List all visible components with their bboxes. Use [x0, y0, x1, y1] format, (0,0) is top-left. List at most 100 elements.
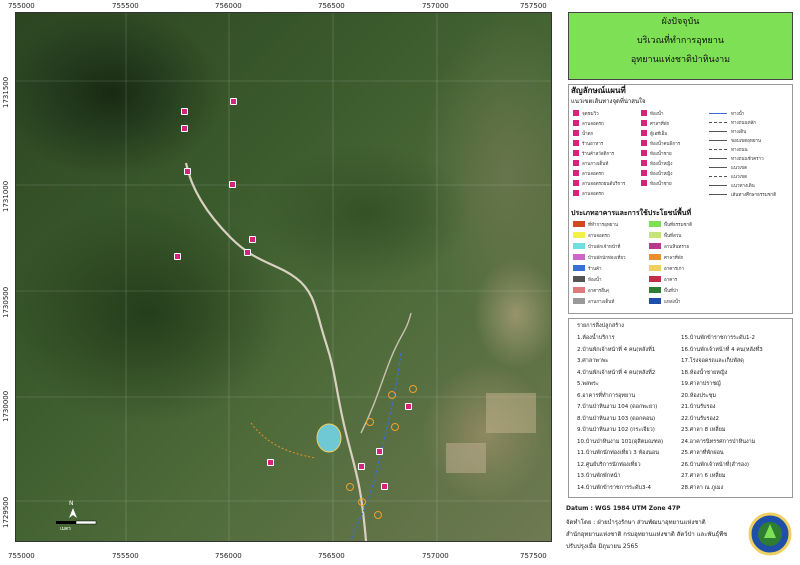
building-list-item: 28.ศาลา ณ ภูเมง	[681, 484, 724, 491]
legend-symbol-icon	[573, 180, 579, 186]
poi-marker[interactable]	[381, 483, 388, 490]
map-frame[interactable]	[15, 12, 552, 542]
building-list-item: 26.บ้านพักเจ้าหน้าที่(สำรอง)	[681, 461, 750, 468]
building-marker[interactable]	[391, 423, 399, 431]
legend-item-label: อาคารอื่นๆ	[588, 289, 610, 294]
building-list-item: 19.ศาลาปราชญ์	[681, 381, 721, 387]
legend-item-label: บ้านพักเจ้าหน้าที่	[588, 245, 621, 250]
building-list-item: 13.บ้านพักพักหน้า	[577, 473, 621, 479]
legend-subheading: แนวเขตเส้นทางจุดที่น่าสนใจ	[571, 98, 646, 105]
building-list-item: 21.บ้านรับรอง	[681, 404, 716, 410]
legend-line-icon	[709, 140, 727, 141]
poi-marker[interactable]	[267, 459, 274, 466]
building-marker[interactable]	[358, 498, 366, 506]
poi-marker[interactable]	[405, 403, 412, 410]
legend-heading: สัญลักษณ์แผนที่	[571, 86, 626, 95]
building-list-item: 6.อาคารที่ทำการอุทยาน	[577, 392, 636, 399]
legend-symbol-icon	[649, 298, 661, 304]
legend-item-label: ห้องน้ำหญิง	[650, 172, 673, 177]
y-tick: 1730500	[2, 286, 10, 318]
legend-item-label: ห้องน้ำชาย	[650, 182, 672, 187]
x-tick-bottom: 756000	[215, 552, 242, 560]
legend-panel: สัญลักษณ์แผนที่ แนวเขตเส้นทางจุดที่น่าสน…	[568, 84, 793, 314]
legend-item-label: ตู้เอทีเอ็ม	[650, 132, 668, 137]
poi-marker[interactable]	[244, 249, 251, 256]
building-marker[interactable]	[366, 418, 374, 426]
legend-symbol-icon	[641, 150, 647, 156]
poi-marker[interactable]	[181, 108, 188, 115]
scale-label: เมตร	[60, 526, 71, 532]
x-tick-bottom: 755500	[112, 552, 139, 560]
legend-symbol-icon	[641, 180, 647, 186]
legend-line-icon	[709, 158, 727, 159]
legend-line-icon	[709, 194, 727, 195]
legend-symbol-icon	[649, 254, 661, 260]
legend-symbol-icon	[573, 190, 579, 196]
building-list-item: 25.ศาลาที่พักผ่อน	[681, 450, 724, 456]
building-list-item: 5.พลพระ	[577, 381, 599, 387]
building-list-item: 10.บ้านป่าหินงาม 101(ดุสิตมณฑล)	[577, 438, 664, 445]
legend-item-label: ร้านอาหาร	[582, 142, 604, 147]
legend-line-icon	[709, 167, 727, 168]
poi-marker[interactable]	[229, 181, 236, 188]
legend-item-label: ลานจอดรถ	[582, 122, 604, 127]
updated-text: ปรับปรุงเมื่อ มิถุนายน 2565	[566, 543, 639, 550]
legend-item-label: ศาลาที่พัก	[650, 122, 670, 127]
legend-symbol-icon	[573, 254, 585, 260]
north-arrow-icon	[69, 508, 77, 518]
poi-marker[interactable]	[184, 168, 191, 175]
building-list-item: 18.ห้องน้ำชายหญิง	[681, 369, 728, 376]
legend-symbol-icon	[573, 150, 579, 156]
legend-symbol-icon	[573, 120, 579, 126]
legend-item-label: ศาลาที่พัก	[664, 256, 684, 261]
building-marker[interactable]	[346, 483, 354, 491]
legend-item-label: ลานกางเต็นท์	[582, 162, 609, 167]
legend-item-label: ห้องน้ำหญิง	[650, 162, 673, 167]
legend-item-label: อาคารเก่า	[664, 267, 684, 272]
legend-symbol-icon	[649, 287, 661, 293]
datum-text: Datum : WGS 1984 UTM Zone 47P	[566, 505, 681, 512]
legend-symbol-icon	[641, 170, 647, 176]
legend-symbol-icon	[573, 232, 585, 238]
legend-symbol-icon	[573, 243, 585, 249]
legend-line-icon	[709, 185, 727, 186]
poi-marker[interactable]	[174, 253, 181, 260]
legend-item-label: พื้นที่ป่า	[664, 289, 679, 294]
legend-line-label: ทางถนนชั่วคราว	[731, 157, 764, 162]
y-tick: 1729500	[2, 496, 10, 528]
legend-symbol-icon	[641, 110, 647, 116]
building-list-item: 4.บ้านพักเจ้าหน้าที่ 4 คน(หลังที่2	[577, 369, 656, 376]
legend-item-label: แหล่งน้ำ	[664, 300, 681, 305]
building-list-item: 14.บ้านพักข้าราชการระดับ3-4	[577, 484, 651, 491]
legend-symbol-icon	[641, 130, 647, 136]
legend-item-label: ลานจอดรถ	[588, 234, 610, 239]
poi-marker[interactable]	[181, 125, 188, 132]
legend-symbol-icon	[573, 110, 579, 116]
legend-symbol-icon	[573, 160, 579, 166]
building-list-item: 7.บ้านป่าหินงาม 104 (ดอกพะยา)	[577, 404, 658, 410]
building-list-item: 8.บ้านป่าหินงาม 103 (ดอกคอน)	[577, 415, 656, 422]
legend-line-icon	[709, 176, 727, 177]
legend-item-label: พื้นที่ธรรมชาติ	[664, 223, 693, 228]
x-tick-bottom: 757500	[520, 552, 547, 560]
building-marker[interactable]	[409, 385, 417, 393]
side-road	[360, 312, 412, 434]
poi-marker[interactable]	[376, 448, 383, 455]
y-tick: 1730000	[2, 390, 10, 422]
legend-item-label: จุดชมวิว	[582, 112, 599, 117]
legend-item-label: ห้องน้ำชาย	[650, 152, 672, 157]
poi-marker[interactable]	[230, 98, 237, 105]
building-marker[interactable]	[388, 391, 396, 399]
legend-line-label: ขอบเขตอุทยาน	[731, 139, 762, 144]
poi-marker[interactable]	[249, 236, 256, 243]
legend-item-label: ร้านค้า	[588, 267, 602, 272]
legend-line-label: ทางถนนหลัก	[731, 121, 757, 126]
legend-line-icon	[709, 122, 727, 123]
legend-symbol-icon	[573, 287, 585, 293]
legend-item-label: ที่ทำการอุทยาน	[588, 223, 619, 228]
building-marker[interactable]	[374, 511, 382, 519]
legend-line-label: แนวเขต	[731, 175, 748, 180]
building-list-item: 20.ห้องประชุม	[681, 392, 717, 399]
poi-marker[interactable]	[358, 463, 365, 470]
park-boundary	[250, 422, 317, 459]
